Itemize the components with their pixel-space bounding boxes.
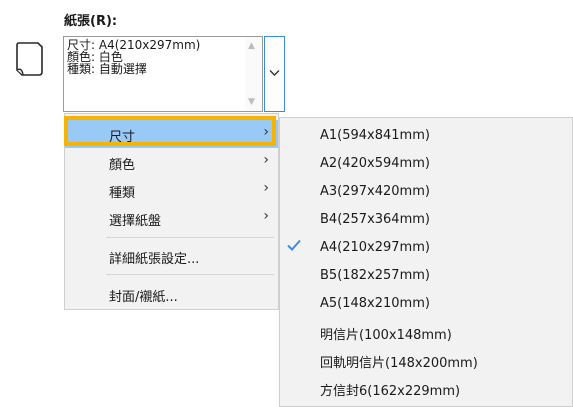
- menu-separator: [106, 237, 274, 238]
- chevron-right-icon: ›: [263, 124, 269, 140]
- size-option-label: B4(257x364mm): [320, 212, 430, 227]
- scroll-up-icon[interactable]: ▲: [248, 41, 255, 51]
- chevron-right-icon: ›: [263, 152, 269, 168]
- paper-context-menu: 尺寸 › 顏色 › 種類 › 選擇紙盤 › 詳細紙張設定... 封面/襯紙...: [64, 113, 279, 310]
- paper-summary-listbox[interactable]: 尺寸: A4(210x297mm) 顏色: 白色 種類: 自動選擇 ▲ ▼: [63, 36, 263, 112]
- size-option-label: A3(297x420mm): [320, 184, 430, 199]
- size-option-label: A2(420x594mm): [320, 156, 430, 171]
- size-option-label: 回軌明信片(148x200mm): [320, 356, 478, 371]
- menu-item-type[interactable]: 種類 ›: [65, 176, 278, 204]
- menu-item-color[interactable]: 顏色 ›: [65, 148, 278, 176]
- size-option-a5[interactable]: A5(148x210mm): [280, 289, 572, 317]
- menu-item-label: 選擇紙盤: [109, 214, 162, 229]
- menu-item-select-tray[interactable]: 選擇紙盤 ›: [65, 204, 278, 232]
- summary-type: 種類: 自動選擇: [67, 62, 147, 76]
- size-option-label: A1(594x841mm): [320, 128, 430, 143]
- paper-dropdown-button[interactable]: [264, 36, 285, 112]
- menu-item-size[interactable]: 尺寸 ›: [65, 120, 278, 148]
- menu-item-label: 封面/襯紙...: [109, 290, 178, 305]
- size-option-label: A4(210x297mm): [320, 240, 430, 255]
- size-option-a2[interactable]: A2(420x594mm): [280, 149, 572, 177]
- size-option-label: B5(182x257mm): [320, 268, 430, 283]
- size-option-postcard[interactable]: 明信片(100x148mm): [280, 317, 572, 345]
- scroll-down-icon[interactable]: ▼: [248, 97, 255, 107]
- size-option-label: 明信片(100x148mm): [320, 328, 452, 343]
- menu-item-label: 種類: [109, 186, 136, 201]
- chevron-right-icon: ›: [263, 208, 269, 224]
- size-option-label: 方信封6(162x229mm): [320, 384, 461, 399]
- menu-item-label: 顏色: [109, 158, 136, 173]
- menu-item-detailed-paper-settings[interactable]: 詳細紙張設定...: [65, 242, 278, 270]
- chevron-down-icon: [269, 70, 280, 76]
- size-option-label: A5(148x210mm): [320, 296, 430, 311]
- size-option-reply-postcard[interactable]: 回軌明信片(148x200mm): [280, 345, 572, 373]
- menu-item-label: 詳細紙張設定...: [109, 252, 200, 267]
- paper-icon: [16, 42, 43, 76]
- size-option-a3[interactable]: A3(297x420mm): [280, 177, 572, 205]
- size-option-b5[interactable]: B5(182x257mm): [280, 261, 572, 289]
- menu-item-cover-interleaf[interactable]: 封面/襯紙...: [65, 280, 278, 308]
- menu-item-label: 尺寸: [109, 130, 136, 145]
- size-option-a4[interactable]: A4(210x297mm): [280, 233, 572, 261]
- menu-separator: [106, 274, 274, 275]
- checkmark-icon: [287, 239, 301, 251]
- listbox-scrollbar[interactable]: ▲ ▼: [245, 37, 262, 111]
- size-option-a1[interactable]: A1(594x841mm): [280, 121, 572, 149]
- size-option-b4[interactable]: B4(257x364mm): [280, 205, 572, 233]
- size-option-envelope-6[interactable]: 方信封6(162x229mm): [280, 373, 572, 401]
- chevron-right-icon: ›: [263, 180, 269, 196]
- size-submenu: A1(594x841mm) A2(420x594mm) A3(297x420mm…: [279, 117, 573, 407]
- paper-label: 紙張(R):: [64, 14, 118, 29]
